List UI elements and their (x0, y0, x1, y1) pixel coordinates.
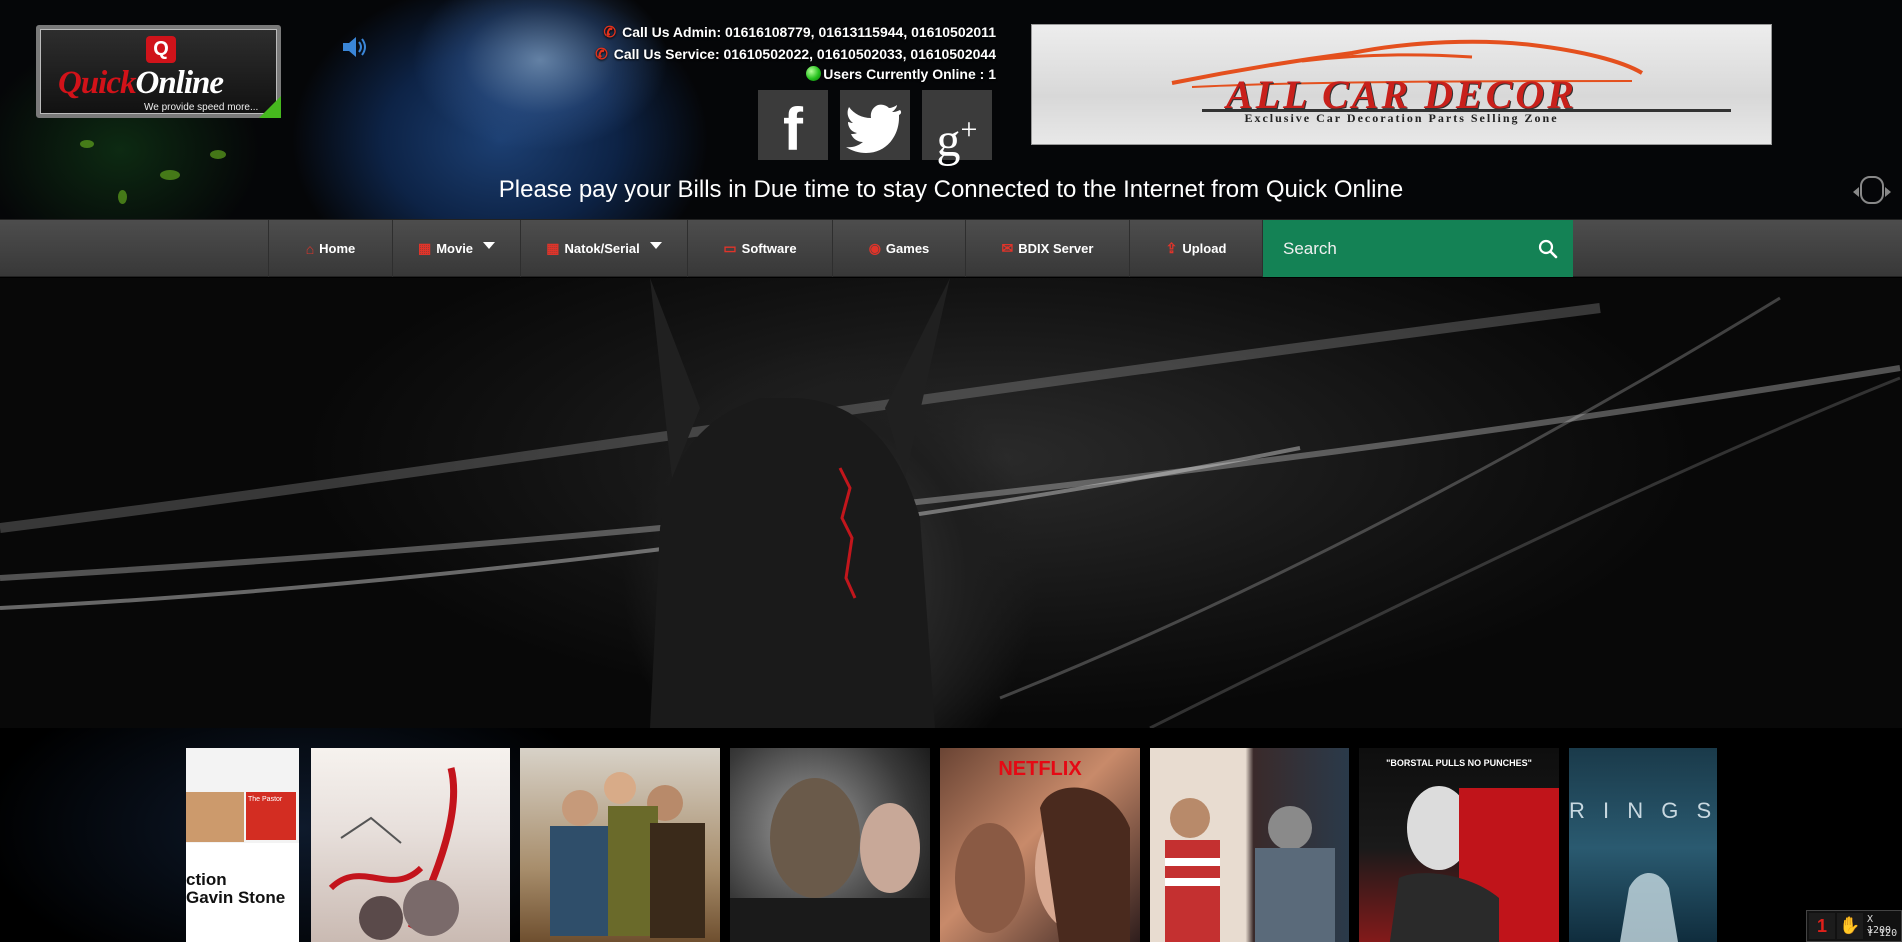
search-icon (1538, 239, 1558, 258)
contact-service: ✆ Call Us Service: 01610502022, 016105020… (595, 46, 996, 63)
mail-icon: ✉ (1001, 240, 1014, 256)
speaker-icon[interactable] (341, 34, 371, 60)
nav-software[interactable]: ▭ Software (688, 220, 833, 277)
nav-natok-serial[interactable]: ▦ Natok/Serial (521, 220, 688, 277)
site-logo[interactable]: Q QuickOnline We provide speed more... (36, 25, 281, 118)
nav-bdix-server[interactable]: ✉ BDIX Server (966, 220, 1130, 277)
search-button[interactable] (1523, 220, 1573, 277)
poster-card[interactable] (1150, 748, 1349, 942)
online-status-icon (806, 66, 822, 81)
ad-subtitle: Exclusive Car Decoration Parts Selling Z… (1244, 111, 1559, 125)
poster-card[interactable]: The Pastor ction Gavin Stone (186, 748, 299, 942)
hero-artwork (0, 278, 1901, 728)
gamepad-icon: ◉ (868, 240, 881, 256)
poster-image (328, 767, 459, 940)
phone-icon: ✆ (595, 46, 608, 63)
home-icon: ⌂ (305, 240, 315, 257)
chevron-down-icon (649, 242, 662, 249)
search-box (1263, 220, 1573, 277)
poster-strip: The Pastor ction Gavin Stone NETFLIX "BO… (0, 728, 1902, 942)
paint-splash (80, 140, 94, 148)
nav-home[interactable]: ⌂ Home (269, 220, 393, 277)
poster-image (955, 787, 1130, 942)
poster-image (1620, 873, 1678, 942)
poster-image (1389, 786, 1559, 942)
poster-image (1165, 798, 1335, 942)
logo-tagline: We provide speed more... (144, 102, 259, 113)
counter-number: 1 (1809, 913, 1835, 939)
hero-banner (0, 278, 1902, 728)
scroll-toggle-icon[interactable] (1853, 176, 1891, 204)
hand-icon[interactable]: ✋ (1837, 913, 1863, 939)
poster-card[interactable] (520, 748, 720, 942)
nav-games[interactable]: ◉ Games (833, 220, 966, 277)
cursor-y: Y 120 (1867, 928, 1898, 939)
notice-marquee: Please pay your Bills in Due time to sta… (498, 176, 1404, 203)
film-icon: ▦ (417, 240, 432, 256)
poster-card[interactable]: "BORSTAL PULLS NO PUNCHES" (1359, 748, 1559, 942)
poster-image (550, 772, 705, 938)
facebook-icon: f (783, 96, 803, 163)
logo-brand: QuickOnline (58, 65, 224, 101)
twitter-button[interactable] (840, 90, 910, 160)
upload-icon: ⇪ (1165, 240, 1178, 256)
counter-widget: 1 ✋ X 1200 Y 120 (1806, 910, 1902, 942)
poster-card[interactable]: R I N G S (1569, 748, 1717, 942)
poster-card[interactable] (311, 748, 510, 942)
site-header: Q QuickOnline We provide speed more... ✆… (0, 0, 1902, 219)
nav-movie[interactable]: ▦ Movie (393, 220, 521, 277)
logo-badge: Q (146, 36, 176, 63)
paint-splash (210, 150, 226, 159)
poster-card[interactable] (730, 748, 930, 942)
chevron-down-icon (483, 242, 496, 249)
logo-corner-accent (259, 96, 281, 118)
poster-image (186, 792, 244, 842)
ad-banner[interactable]: ALL CAR DECOR Exclusive Car Decoration P… (1031, 24, 1772, 145)
facebook-button[interactable]: f (758, 90, 828, 163)
nav-upload[interactable]: ⇪ Upload (1130, 220, 1263, 277)
main-navbar: ⌂ Home ▦ Movie ▦ Natok/Serial ▭ Software ◉ Ga… (0, 219, 1902, 277)
google-plus-icon: g+ (936, 113, 978, 167)
poster-card[interactable]: NETFLIX (940, 748, 1140, 942)
phone-icon: ✆ (603, 24, 617, 41)
search-input[interactable] (1263, 220, 1523, 277)
monitor-icon: ▭ (723, 240, 737, 256)
poster-image (730, 778, 930, 942)
film-icon: ▦ (546, 240, 560, 256)
users-online: Users Currently Online : 1 (806, 66, 996, 82)
contact-admin: ✆ Call Us Admin: 01616108779, 01613115944… (603, 24, 996, 41)
google-plus-button[interactable]: g+ (922, 90, 992, 167)
twitter-bird-icon (846, 104, 902, 153)
